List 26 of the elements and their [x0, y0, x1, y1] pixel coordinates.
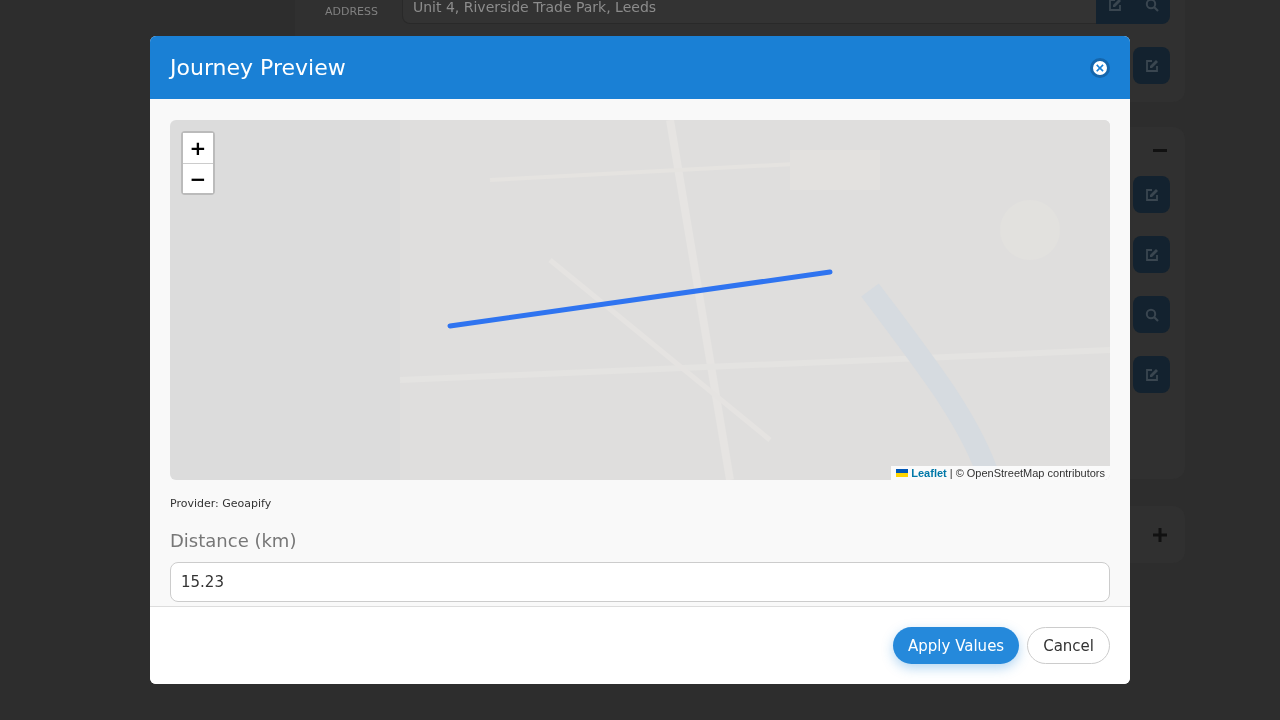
leaflet-link[interactable]: Leaflet: [911, 467, 947, 479]
flag-icon: [896, 469, 909, 477]
edit-button[interactable]: [1133, 356, 1170, 393]
edit-icon: [1144, 187, 1159, 202]
edit-button[interactable]: [1133, 47, 1170, 84]
attribution-text: | © OpenStreetMap contributors: [949, 467, 1105, 479]
address-field[interactable]: Unit 4, Riverside Trade Park, Leeds: [402, 0, 1096, 24]
edit-button[interactable]: [1133, 176, 1170, 213]
apply-button[interactable]: Apply Values: [893, 627, 1020, 664]
dialog-title: Journey Preview: [170, 55, 346, 80]
edit-button[interactable]: [1133, 236, 1170, 273]
search-icon: [1144, 307, 1159, 322]
edit-icon: [1144, 247, 1159, 262]
provider-text: Provider: Geoapify: [170, 497, 273, 510]
search-button[interactable]: [1133, 296, 1170, 333]
edit-icon: [1144, 367, 1159, 382]
distance-field[interactable]: 15.23: [170, 562, 1110, 602]
expand-icon[interactable]: [1153, 527, 1167, 542]
edit-icon: [1107, 0, 1122, 12]
address-label: ADDRESS: [325, 3, 380, 18]
search-icon: [1144, 0, 1159, 12]
field-label: Distance (km): [170, 530, 298, 551]
zoom-out-button[interactable]: −: [183, 163, 213, 193]
edit-icon: [1144, 58, 1159, 73]
close-button[interactable]: ×: [1090, 57, 1110, 78]
cancel-button[interactable]: Cancel: [1027, 627, 1110, 664]
